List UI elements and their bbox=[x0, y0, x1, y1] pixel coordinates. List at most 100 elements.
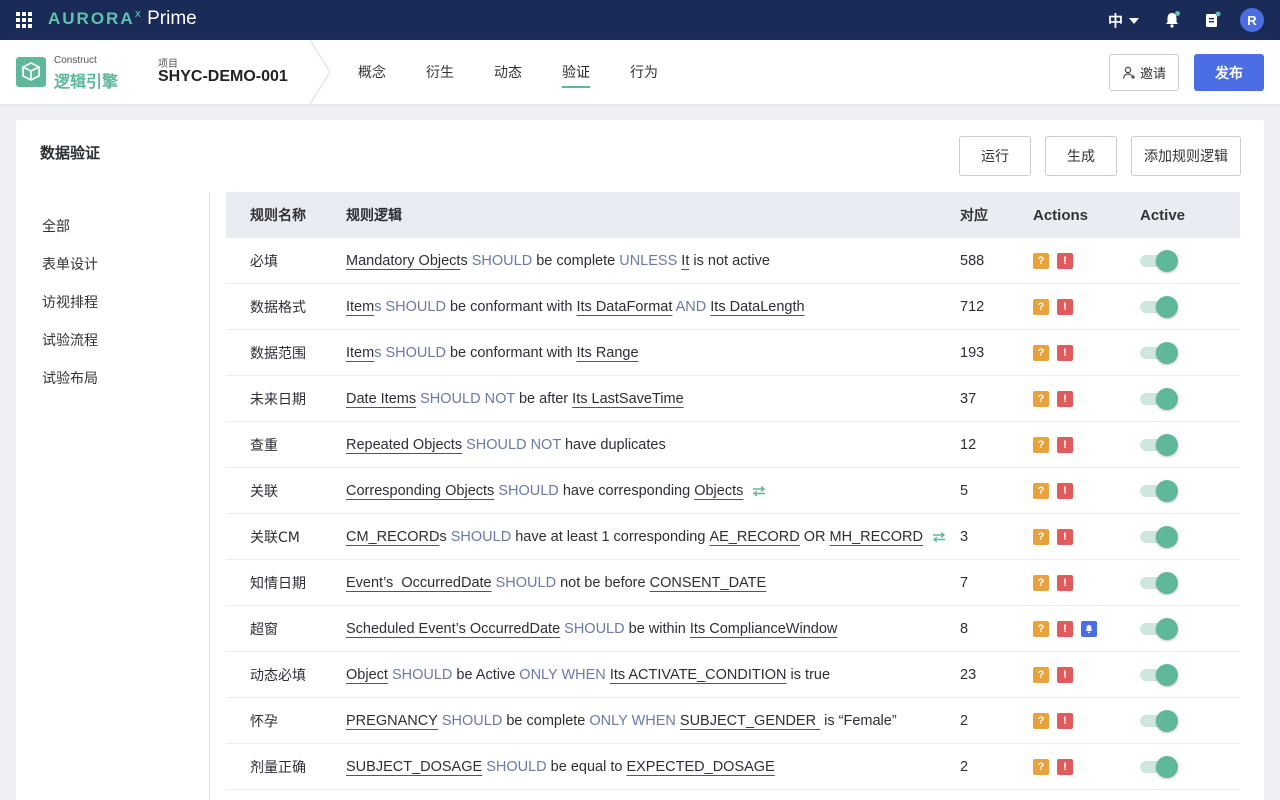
help-icon[interactable]: ? bbox=[1033, 713, 1049, 729]
logic-reference[interactable]: Repeated Objects bbox=[346, 437, 462, 453]
logic-reference[interactable]: Mandatory Object bbox=[346, 253, 460, 269]
active-toggle[interactable] bbox=[1140, 572, 1178, 594]
help-icon[interactable]: ? bbox=[1033, 667, 1049, 683]
table-row[interactable]: 剂量正确 SUBJECT_DOSAGE SHOULD be equal to EX… bbox=[226, 744, 1240, 790]
alert-icon[interactable]: ! bbox=[1057, 253, 1073, 269]
help-icon[interactable]: ? bbox=[1033, 621, 1049, 637]
table-row[interactable]: 查重 Repeated Objects SHOULD NOT have dupli… bbox=[226, 422, 1240, 468]
active-toggle[interactable] bbox=[1140, 480, 1178, 502]
active-toggle[interactable] bbox=[1140, 342, 1178, 364]
logic-reference[interactable]: CM_RECORD bbox=[346, 529, 439, 545]
logic-reference[interactable]: Its ACTIVATE_CONDITION bbox=[610, 667, 787, 683]
menu-item-all[interactable]: 全部 bbox=[42, 216, 98, 254]
table-row[interactable]: 超窗 Scheduled Event’s OccurredDate SHOULD … bbox=[226, 606, 1240, 652]
active-toggle[interactable] bbox=[1140, 296, 1178, 318]
tab-derived[interactable]: 衍生 bbox=[426, 62, 454, 82]
alert-icon[interactable]: ! bbox=[1057, 299, 1073, 315]
logic-reference[interactable]: SUBJECT_DOSAGE bbox=[346, 759, 482, 775]
logic-reference[interactable]: Event’s OccurredDate bbox=[346, 575, 492, 591]
logic-reference[interactable]: PREGNANCY bbox=[346, 713, 438, 729]
header-logic: 规则逻辑 bbox=[346, 208, 402, 224]
bidirectional-link-icon[interactable] bbox=[931, 531, 947, 543]
help-icon[interactable]: ? bbox=[1033, 759, 1049, 775]
bidirectional-link-icon[interactable] bbox=[751, 485, 767, 497]
help-icon[interactable]: ? bbox=[1033, 391, 1049, 407]
logic-reference[interactable]: It bbox=[681, 253, 689, 269]
menu-item-trial-layout[interactable]: 试验布局 bbox=[42, 368, 98, 406]
alert-icon[interactable]: ! bbox=[1057, 575, 1073, 591]
logic-reference[interactable]: Item bbox=[346, 299, 374, 315]
alert-icon[interactable]: ! bbox=[1057, 483, 1073, 499]
logic-reference[interactable]: Date Items bbox=[346, 391, 416, 407]
active-toggle[interactable] bbox=[1140, 756, 1178, 778]
table-row[interactable]: 关联 Corresponding Objects SHOULD have corr… bbox=[226, 468, 1240, 514]
active-toggle[interactable] bbox=[1140, 526, 1178, 548]
rule-name: 知情日期 bbox=[250, 576, 306, 592]
logic-reference[interactable]: Scheduled Event’s OccurredDate bbox=[346, 621, 560, 637]
alert-icon[interactable]: ! bbox=[1057, 345, 1073, 361]
active-toggle[interactable] bbox=[1140, 250, 1178, 272]
tab-dynamic[interactable]: 动态 bbox=[494, 62, 522, 82]
help-icon[interactable]: ? bbox=[1033, 575, 1049, 591]
generate-button[interactable]: 生成 bbox=[1045, 136, 1117, 176]
alert-icon[interactable]: ! bbox=[1057, 529, 1073, 545]
tab-validation[interactable]: 验证 bbox=[562, 62, 590, 88]
alert-icon[interactable]: ! bbox=[1057, 391, 1073, 407]
help-icon[interactable]: ? bbox=[1033, 529, 1049, 545]
table-row[interactable]: 关联CM CM_RECORD s SHOULD have at least 1 co… bbox=[226, 514, 1240, 560]
active-toggle[interactable] bbox=[1140, 618, 1178, 640]
toggle-knob bbox=[1156, 388, 1178, 410]
table-row[interactable]: 怀孕 PREGNANCY SHOULD be complete ONLY WHEN… bbox=[226, 698, 1240, 744]
language-selector[interactable]: 中 bbox=[1108, 10, 1140, 31]
logic-reference[interactable]: Corresponding Objects bbox=[346, 483, 494, 499]
help-icon[interactable]: ? bbox=[1033, 483, 1049, 499]
logic-reference[interactable]: Its DataLength bbox=[710, 299, 804, 315]
logic-reference[interactable]: Item bbox=[346, 345, 374, 361]
logic-reference[interactable]: MH_RECORD bbox=[830, 529, 923, 545]
logic-reference[interactable]: CONSENT_DATE bbox=[650, 575, 767, 591]
logic-reference[interactable]: Objects bbox=[694, 483, 743, 499]
active-toggle[interactable] bbox=[1140, 388, 1178, 410]
logic-reference[interactable]: Its DataFormat bbox=[577, 299, 673, 315]
help-icon[interactable]: ? bbox=[1033, 437, 1049, 453]
invite-button[interactable]: 邀请 bbox=[1109, 54, 1179, 91]
toggle-knob bbox=[1156, 710, 1178, 732]
alert-icon[interactable]: ! bbox=[1057, 667, 1073, 683]
tab-behavior[interactable]: 行为 bbox=[630, 62, 658, 82]
publish-button[interactable]: 发布 bbox=[1194, 54, 1264, 91]
alert-icon[interactable]: ! bbox=[1057, 621, 1073, 637]
help-icon[interactable]: ? bbox=[1033, 299, 1049, 315]
alert-icon[interactable]: ! bbox=[1057, 437, 1073, 453]
tab-concept[interactable]: 概念 bbox=[358, 62, 386, 82]
add-rule-button[interactable]: 添加规则逻辑 bbox=[1131, 136, 1241, 176]
table-row[interactable]: 未来日期 Date Items SHOULD NOT be after Its L… bbox=[226, 376, 1240, 422]
menu-item-form-design[interactable]: 表单设计 bbox=[42, 254, 98, 292]
logic-reference[interactable]: SUBJECT_GENDER bbox=[680, 713, 820, 729]
table-row[interactable]: 必填 Mandatory Object s SHOULD be complete U… bbox=[226, 238, 1240, 284]
help-icon[interactable]: ? bbox=[1033, 345, 1049, 361]
bell-icon[interactable] bbox=[1162, 10, 1182, 30]
notify-bell-icon[interactable] bbox=[1081, 621, 1097, 637]
menu-item-trial-flow[interactable]: 试验流程 bbox=[42, 330, 98, 368]
active-toggle[interactable] bbox=[1140, 710, 1178, 732]
table-row[interactable]: 数据范围 Item s SHOULD be conformant with Its … bbox=[226, 330, 1240, 376]
table-row[interactable]: 动态必填 Object SHOULD be Active ONLY WHEN It… bbox=[226, 652, 1240, 698]
table-row[interactable]: 数据格式 Item s SHOULD be conformant with Its … bbox=[226, 284, 1240, 330]
menu-item-visit-schedule[interactable]: 访视排程 bbox=[42, 292, 98, 330]
active-toggle[interactable] bbox=[1140, 434, 1178, 456]
logic-reference[interactable]: Its ComplianceWindow bbox=[690, 621, 837, 637]
help-icon[interactable]: ? bbox=[1033, 253, 1049, 269]
alert-icon[interactable]: ! bbox=[1057, 713, 1073, 729]
logic-reference[interactable]: EXPECTED_DOSAGE bbox=[626, 759, 774, 775]
logic-reference[interactable]: AE_RECORD bbox=[709, 529, 799, 545]
logic-reference[interactable]: Its Range bbox=[577, 345, 639, 361]
run-button[interactable]: 运行 bbox=[959, 136, 1031, 176]
logic-reference[interactable]: Object bbox=[346, 667, 388, 683]
avatar[interactable]: R bbox=[1240, 8, 1264, 32]
logic-reference[interactable]: Its LastSaveTime bbox=[572, 391, 683, 407]
alert-icon[interactable]: ! bbox=[1057, 759, 1073, 775]
clipboard-icon[interactable] bbox=[1202, 10, 1222, 30]
active-toggle[interactable] bbox=[1140, 664, 1178, 686]
apps-grid-icon[interactable] bbox=[16, 12, 32, 28]
table-row[interactable]: 知情日期 Event’s OccurredDate SHOULD not be b… bbox=[226, 560, 1240, 606]
